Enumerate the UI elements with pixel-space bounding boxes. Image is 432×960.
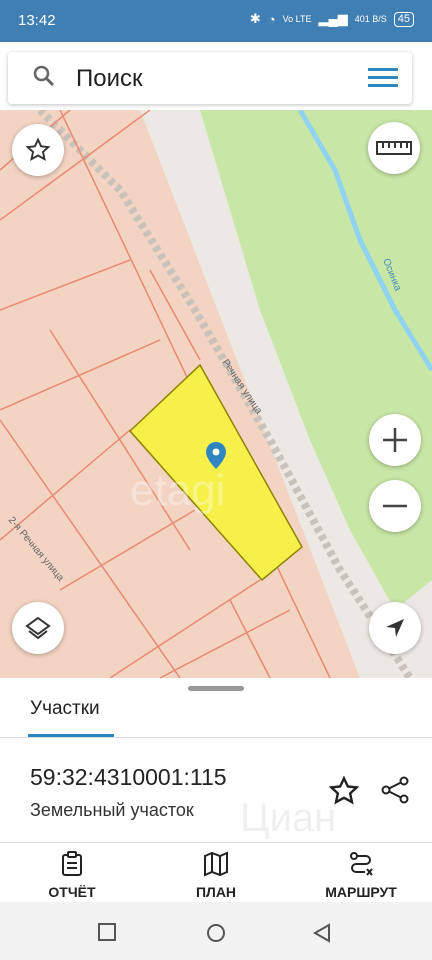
parcel-sheet[interactable]: Участки 59:32:4310001:115 Земельный учас…	[0, 678, 432, 842]
map-view[interactable]: Осинка Речная улица 2-я Речная улица eta…	[0, 110, 432, 678]
route-button[interactable]: МАРШРУТ	[316, 851, 406, 900]
layers-button[interactable]	[12, 602, 64, 654]
tab-parcels[interactable]: Участки	[30, 698, 100, 720]
plus-icon	[383, 428, 407, 452]
parcel-type: Земельный участок	[30, 800, 194, 820]
status-time: 13:42	[18, 12, 56, 29]
map-watermark: etagi	[130, 466, 225, 515]
bluetooth-icon: ✱	[249, 11, 261, 26]
report-icon	[62, 851, 82, 876]
parcel-id: 59:32:4310001:115	[30, 764, 227, 790]
sheet-watermark: Циан	[240, 796, 337, 840]
home-icon[interactable]	[206, 923, 226, 943]
plan-button[interactable]: ПЛАН	[176, 851, 256, 900]
ruler-icon	[376, 141, 412, 155]
route-label: МАРШРУТ	[325, 884, 397, 900]
layers-icon	[25, 616, 51, 640]
speed-label: 401 B/S	[354, 14, 387, 24]
bottom-action-bar: ОТЧЁТ ПЛАН МАРШРУТ	[0, 842, 432, 903]
menu-icon[interactable]	[368, 67, 398, 89]
battery-icon: 45	[393, 11, 414, 27]
wifi-icon: ◔	[267, 11, 276, 27]
system-navigation-bar	[0, 902, 432, 960]
report-label: ОТЧЁТ	[48, 884, 96, 900]
my-location-button[interactable]	[369, 602, 421, 654]
divider	[0, 737, 432, 738]
favorite-map-button[interactable]	[12, 124, 64, 176]
zoom-in-button[interactable]	[369, 414, 421, 466]
minus-icon	[383, 504, 407, 508]
plan-label: ПЛАН	[195, 884, 237, 900]
network-label: Vo LTE	[282, 14, 312, 24]
status-icons: ✱ ◔ Vo LTE ▂▄▆ 401 B/S 45	[250, 11, 414, 27]
signal-icon: ▂▄▆	[318, 11, 348, 26]
sheet-drag-handle[interactable]	[188, 686, 244, 691]
map-plan-icon	[204, 851, 228, 877]
search-input[interactable]	[74, 61, 358, 97]
search-bar[interactable]	[8, 52, 412, 104]
search-icon	[33, 65, 55, 87]
navigation-arrow-icon	[386, 619, 404, 637]
recent-apps-icon[interactable]	[98, 923, 116, 941]
report-button[interactable]: ОТЧЁТ	[30, 851, 114, 900]
zoom-out-button[interactable]	[369, 480, 421, 532]
back-icon[interactable]	[313, 923, 331, 943]
favorite-star-icon[interactable]	[328, 775, 360, 807]
ruler-button[interactable]	[368, 122, 420, 174]
map-canvas[interactable]: Осинка Речная улица 2-я Речная улица eta…	[0, 110, 432, 678]
status-bar: 13:42 ✱ ◔ Vo LTE ▂▄▆ 401 B/S 45	[0, 0, 432, 42]
share-icon[interactable]	[380, 775, 410, 805]
star-icon	[25, 137, 51, 161]
route-icon	[350, 852, 373, 876]
